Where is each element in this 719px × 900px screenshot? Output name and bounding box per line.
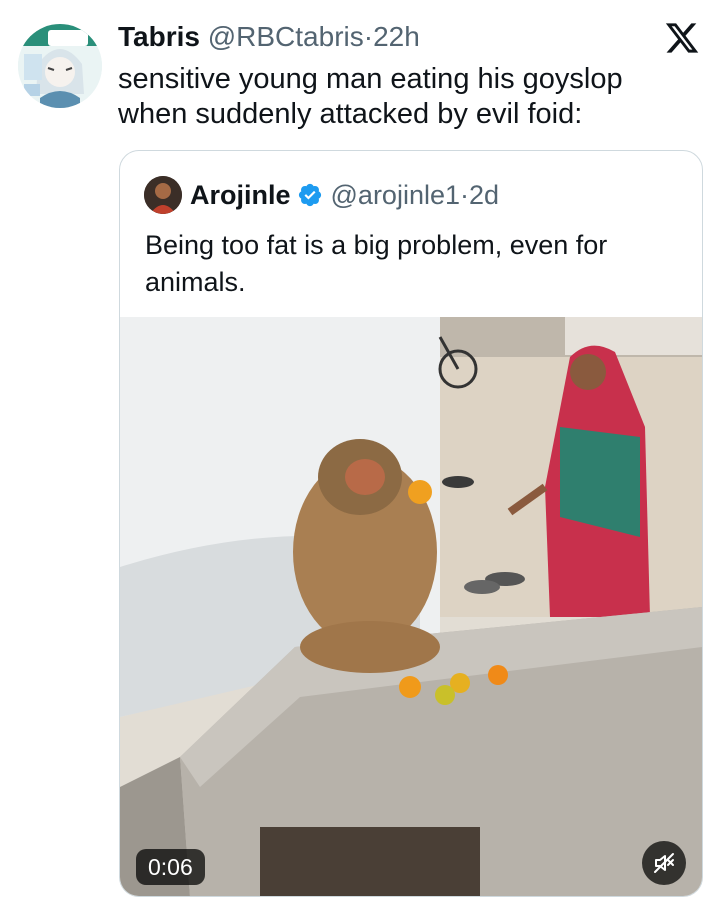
quoted-author-avatar[interactable] (144, 176, 182, 214)
quoted-tweet-time[interactable]: 2d (469, 178, 499, 212)
quoted-header-separator: · (460, 180, 469, 210)
unmute-button[interactable] (642, 841, 686, 885)
speaker-muted-icon (652, 851, 676, 875)
author-avatar[interactable] (18, 24, 102, 108)
quoted-tweet-card[interactable]: Arojinle @arojinle1 · 2d Being too fat is … (119, 150, 703, 897)
header-separator: · (363, 21, 374, 52)
video-duration: 0:06 (136, 849, 205, 885)
author-handle[interactable]: @RBCtabris (208, 21, 364, 52)
tweet-text: sensitive young man eating his goyslop w… (118, 63, 623, 130)
tweet-time[interactable]: 22h (373, 21, 420, 52)
anime-avatar-image (18, 24, 102, 108)
quoted-tweet-text: Being too fat is a big problem, even for… (145, 230, 608, 297)
tweet-header: Tabris @RBCtabris·22h (118, 20, 420, 54)
video-player[interactable]: 0:06 (120, 317, 702, 896)
x-logo-icon[interactable] (664, 20, 700, 56)
quoted-author-display-name[interactable]: Arojinle (190, 178, 291, 212)
video-frame-image (120, 317, 702, 896)
quoted-author-handle[interactable]: @arojinle1 (331, 178, 460, 212)
verified-badge-icon (297, 182, 323, 208)
author-display-name[interactable]: Tabris (118, 21, 200, 52)
quoted-tweet-header: Arojinle @arojinle1 · 2d (190, 178, 499, 212)
